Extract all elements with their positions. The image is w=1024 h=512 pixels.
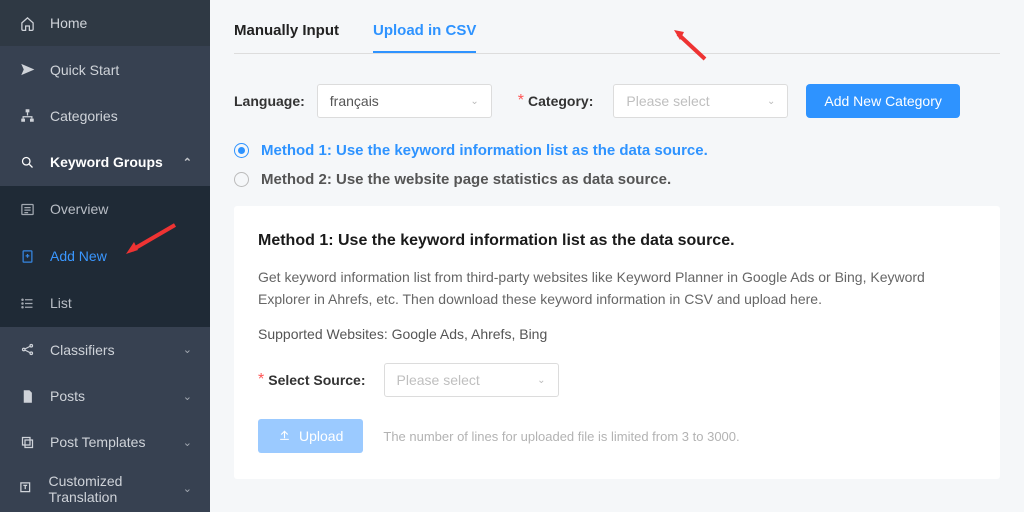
card-supported: Supported Websites: Google Ads, Ahrefs, … (258, 323, 976, 345)
sidebar-item-label: Posts (50, 388, 85, 404)
select-source-placeholder: Please select (397, 372, 480, 388)
sidebar-item-classifiers[interactable]: Classifiers ⌄ (0, 327, 210, 373)
sidebar-item-label: Classifiers (50, 342, 115, 358)
sidebar-item-label: List (50, 295, 72, 311)
sidebar-item-customized-translation[interactable]: Customized Translation ⌄ (0, 466, 210, 512)
chevron-up-icon: ⌃ (183, 156, 192, 169)
file-icon (18, 387, 36, 405)
sidebar-item-keyword-groups[interactable]: Keyword Groups ⌃ (0, 139, 210, 185)
chevron-down-icon: ⌄ (183, 482, 192, 495)
method1-label: Method 1: Use the keyword information li… (261, 142, 708, 159)
category-label: Category: (528, 93, 593, 109)
method1-card: Method 1: Use the keyword information li… (234, 206, 1000, 479)
method1-radio[interactable]: Method 1: Use the keyword information li… (234, 142, 1000, 159)
method2-label: Method 2: Use the website page statistic… (261, 171, 671, 188)
sidebar-item-home[interactable]: Home (0, 0, 210, 46)
sidebar-item-label: Home (50, 15, 87, 31)
bullet-list-icon (18, 294, 36, 312)
language-value: français (330, 93, 379, 109)
upload-button-label: Upload (299, 428, 343, 444)
chevron-down-icon: ⌄ (470, 96, 478, 107)
sidebar-sub-overview[interactable]: Overview (0, 186, 210, 233)
select-source-select[interactable]: Please select ⌄ (384, 363, 559, 397)
sidebar-item-label: Quick Start (50, 62, 119, 78)
tab-upload-csv[interactable]: Upload in CSV (373, 18, 476, 53)
sidebar-sub-add-new[interactable]: Add New (0, 233, 210, 280)
translate-icon (18, 480, 35, 498)
language-select[interactable]: français ⌄ (317, 84, 492, 118)
sidebar-submenu-keyword-groups: Overview Add New List (0, 186, 210, 327)
sidebar-item-posts[interactable]: Posts ⌄ (0, 373, 210, 419)
chevron-down-icon: ⌄ (183, 436, 192, 449)
card-title: Method 1: Use the keyword information li… (258, 232, 976, 250)
category-placeholder: Please select (626, 93, 709, 109)
language-label: Language: (234, 93, 305, 109)
magnifier-icon (18, 153, 36, 171)
sidebar-item-label: Post Templates (50, 434, 145, 450)
add-category-button[interactable]: Add New Category (806, 84, 960, 118)
sidebar-item-label: Categories (50, 108, 118, 124)
radio-icon (234, 143, 249, 158)
sidebar-item-categories[interactable]: Categories (0, 93, 210, 139)
sidebar-item-label: Add New (50, 248, 107, 264)
chevron-down-icon: ⌄ (537, 375, 545, 386)
upload-hint: The number of lines for uploaded file is… (383, 429, 739, 444)
form-row: Language: français ⌄ * Category: Please … (234, 84, 1000, 118)
chevron-down-icon: ⌄ (183, 390, 192, 403)
tab-manually-input[interactable]: Manually Input (234, 18, 339, 53)
sidebar-sub-list[interactable]: List (0, 280, 210, 327)
select-source-label: Select Source: (268, 372, 365, 388)
card-desc: Get keyword information list from third-… (258, 266, 976, 311)
select-source-row: * Select Source: Please select ⌄ (258, 363, 976, 397)
sidebar-item-label: Keyword Groups (50, 154, 163, 170)
share-icon (18, 341, 36, 359)
chevron-down-icon: ⌄ (767, 96, 775, 107)
copy-icon (18, 433, 36, 451)
sidebar-item-label: Customized Translation (49, 473, 183, 505)
sidebar-item-post-templates[interactable]: Post Templates ⌄ (0, 419, 210, 465)
add-file-icon (18, 247, 36, 265)
sidebar-item-quickstart[interactable]: Quick Start (0, 46, 210, 92)
upload-icon (278, 428, 291, 444)
tabs: Manually Input Upload in CSV (234, 18, 1000, 54)
home-icon (18, 14, 36, 32)
method-radios: Method 1: Use the keyword information li… (234, 142, 1000, 188)
sidebar-item-label: Overview (50, 201, 108, 217)
list-icon (18, 200, 36, 218)
required-mark: * (258, 371, 264, 389)
sidebar: Home Quick Start Categories Keyword Grou… (0, 0, 210, 512)
chevron-down-icon: ⌄ (183, 343, 192, 356)
upload-button[interactable]: Upload (258, 419, 363, 453)
radio-icon (234, 172, 249, 187)
category-select[interactable]: Please select ⌄ (613, 84, 788, 118)
paper-plane-icon (18, 61, 36, 79)
main-content: Manually Input Upload in CSV Language: f… (210, 0, 1024, 512)
required-mark: * (518, 92, 524, 110)
sitemap-icon (18, 107, 36, 125)
method2-radio[interactable]: Method 2: Use the website page statistic… (234, 171, 1000, 188)
